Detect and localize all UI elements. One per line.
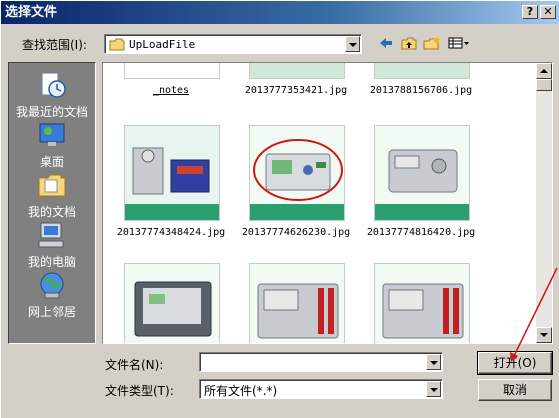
list-item[interactable]: 2013777353421.jpg bbox=[237, 63, 355, 103]
my-documents-icon bbox=[38, 174, 66, 197]
sidebar-item-label: 网上邻居 bbox=[27, 305, 76, 319]
folder-icon bbox=[109, 38, 125, 51]
lookin-dropdown-button[interactable] bbox=[345, 36, 360, 52]
scroll-thumb[interactable] bbox=[536, 79, 552, 91]
sidebar-item-recent[interactable]: 我最近的文档 bbox=[9, 69, 95, 120]
filetype-dropdown-button[interactable] bbox=[426, 381, 441, 397]
file-name: 20137774348424.jpg bbox=[116, 227, 226, 238]
window-title: 选择文件 bbox=[5, 5, 58, 20]
file-name: 20137774816420.jpg bbox=[366, 227, 476, 238]
view-menu-icon[interactable] bbox=[447, 36, 471, 54]
file-name: 2013777353421.jpg bbox=[244, 85, 348, 96]
file-name: 20137774626230.jpg bbox=[241, 227, 351, 238]
file-thumbnail bbox=[249, 125, 345, 221]
filetype-value: 所有文件(*.*) bbox=[204, 384, 278, 398]
back-arrow-icon[interactable] bbox=[376, 36, 396, 54]
file-thumbnail bbox=[374, 63, 470, 79]
help-button[interactable]: ? bbox=[522, 5, 538, 19]
annotation-arrow bbox=[510, 267, 558, 362]
sidebar-item-my-computer[interactable]: 我的电脑 bbox=[9, 219, 95, 270]
list-item[interactable] bbox=[112, 263, 230, 343]
close-button[interactable]: ✕ bbox=[540, 5, 556, 19]
list-item[interactable] bbox=[237, 263, 355, 343]
file-list[interactable]: _notes 2013777353421.jpg 2013788156706.j… bbox=[102, 62, 553, 344]
list-item[interactable]: 20137774816420.jpg bbox=[362, 125, 480, 245]
list-item[interactable]: 2013788156706.jpg bbox=[362, 63, 480, 103]
up-folder-icon[interactable] bbox=[399, 36, 419, 54]
filename-label: 文件名(N): bbox=[105, 358, 164, 372]
file-thumbnail bbox=[124, 263, 220, 343]
scroll-up-button[interactable] bbox=[536, 63, 552, 79]
file-thumbnail bbox=[249, 263, 345, 343]
new-folder-icon[interactable] bbox=[422, 36, 442, 54]
file-thumbnail bbox=[249, 63, 345, 79]
lookin-combo[interactable]: UpLoadFile bbox=[104, 34, 362, 54]
desktop-icon bbox=[39, 123, 65, 146]
lookin-value: UpLoadFile bbox=[129, 38, 196, 51]
list-item[interactable] bbox=[362, 263, 480, 343]
title-bar: 选择文件 ? ✕ bbox=[1, 1, 559, 24]
list-item[interactable]: 20137774626230.jpg bbox=[237, 125, 355, 245]
filename-dropdown-button[interactable] bbox=[426, 354, 441, 370]
sidebar-item-my-documents[interactable]: 我的文档 bbox=[9, 169, 95, 220]
filetype-label: 文件类型(T): bbox=[105, 384, 174, 398]
my-computer-icon bbox=[38, 222, 64, 248]
network-icon bbox=[40, 272, 64, 299]
recent-documents-icon bbox=[41, 72, 66, 98]
list-item[interactable]: _notes bbox=[112, 63, 230, 103]
filetype-select[interactable]: 所有文件(*.*) bbox=[199, 379, 443, 399]
file-thumbnail bbox=[124, 125, 220, 221]
sidebar-item-label: 我的电脑 bbox=[27, 255, 76, 269]
cancel-button[interactable]: 取消 bbox=[478, 379, 552, 401]
sidebar-item-label: 桌面 bbox=[39, 155, 64, 169]
file-thumbnail bbox=[374, 263, 470, 343]
places-bar: 我最近的文档 桌面 我的文档 我的电脑 网上邻居 bbox=[8, 62, 96, 344]
file-dialog: 选择文件 ? ✕ 查找范围(I): UpLoadFile 我最近的文档 桌面 我… bbox=[0, 0, 559, 418]
file-thumbnail bbox=[124, 63, 220, 79]
sidebar-item-label: 我最近的文档 bbox=[15, 105, 88, 119]
file-name: _notes bbox=[152, 85, 190, 96]
lookin-label: 查找范围(I): bbox=[22, 38, 87, 52]
sidebar-item-desktop[interactable]: 桌面 bbox=[9, 119, 95, 170]
sidebar-item-network[interactable]: 网上邻居 bbox=[9, 269, 95, 320]
file-name: 2013788156706.jpg bbox=[369, 85, 473, 96]
sidebar-item-label: 我的文档 bbox=[27, 205, 76, 219]
filename-field[interactable] bbox=[199, 352, 443, 372]
file-thumbnail bbox=[374, 125, 470, 221]
list-item[interactable]: 20137774348424.jpg bbox=[112, 125, 230, 245]
